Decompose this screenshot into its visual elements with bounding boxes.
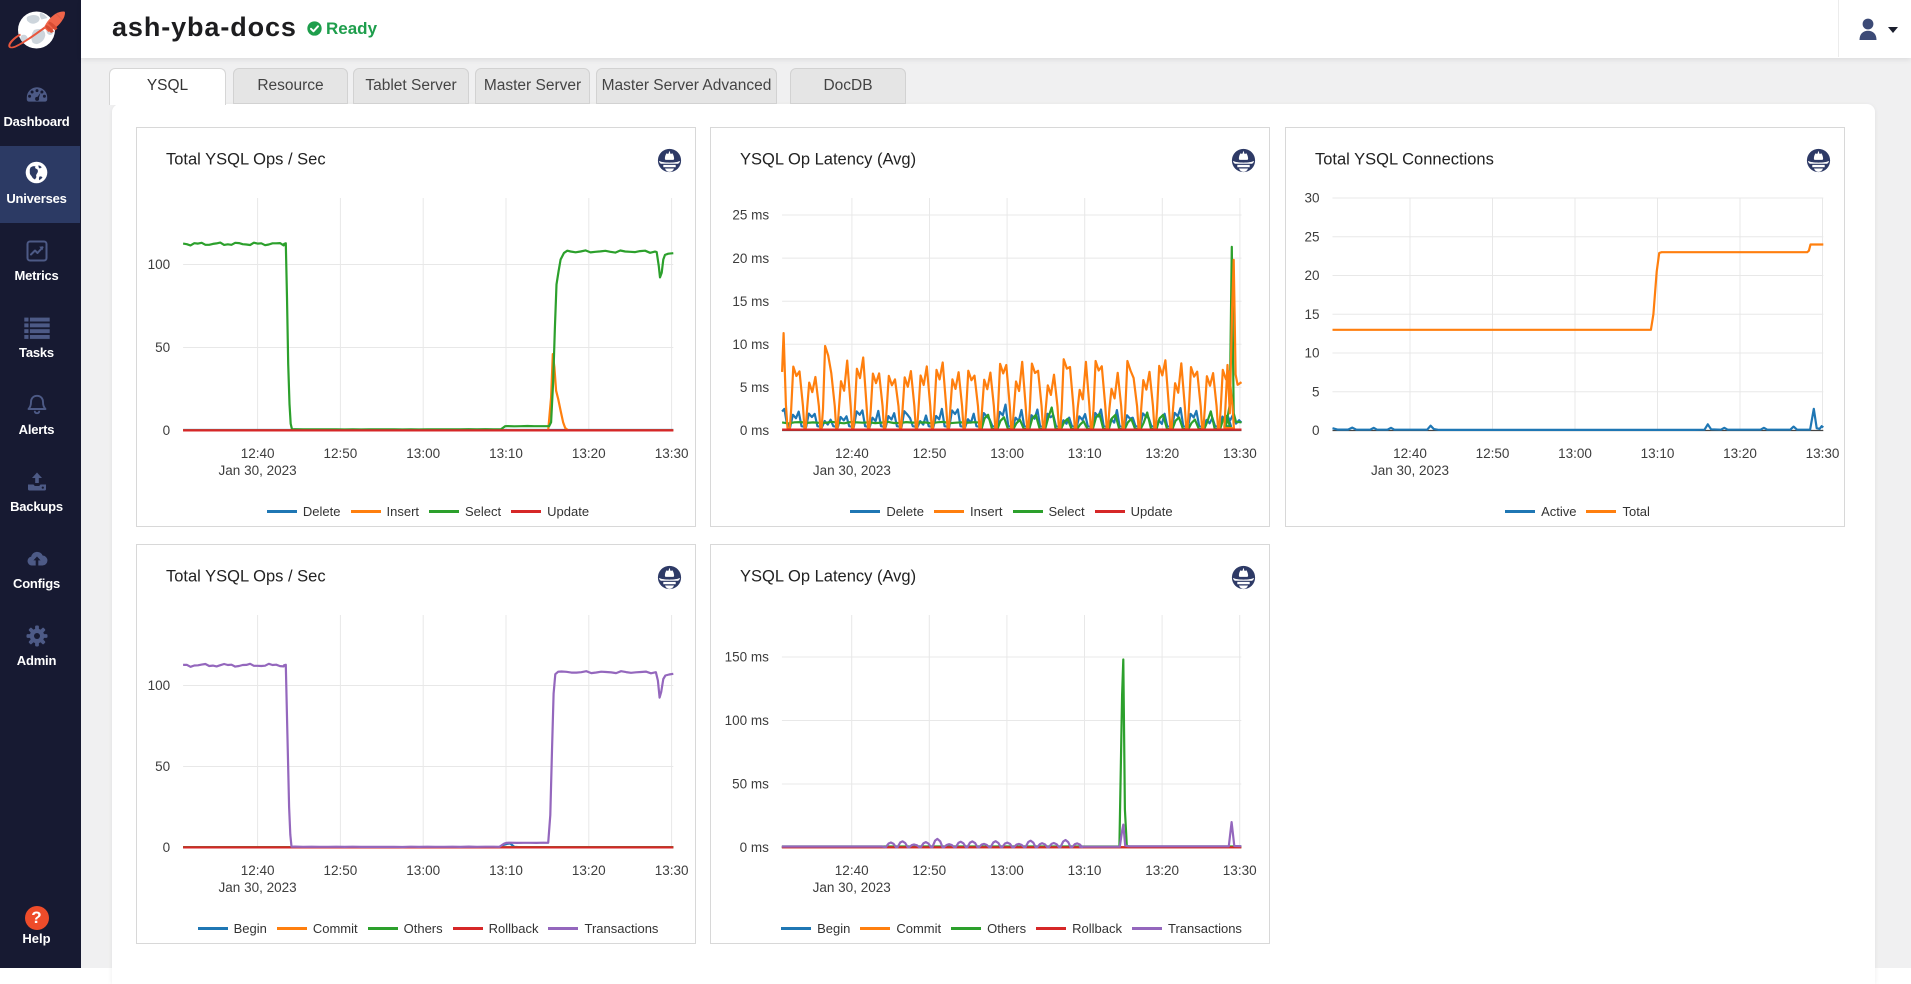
svg-text:13:30: 13:30 [655,446,689,461]
svg-text:Jan 30, 2023: Jan 30, 2023 [1371,463,1449,478]
svg-text:15: 15 [1304,307,1319,322]
svg-text:Total YSQL Ops / Sec: Total YSQL Ops / Sec [166,568,326,586]
svg-text:30: 30 [1304,191,1319,206]
svg-text:Jan 30, 2023: Jan 30, 2023 [813,880,891,895]
svg-text:50 ms: 50 ms [732,777,769,792]
svg-text:13:20: 13:20 [1145,863,1179,878]
svg-text:20 ms: 20 ms [732,251,769,266]
svg-text:13:20: 13:20 [1723,446,1757,461]
svg-text:50: 50 [155,340,170,355]
svg-text:13:30: 13:30 [655,863,689,878]
svg-text:10 ms: 10 ms [732,337,769,352]
svg-text:13:10: 13:10 [489,863,523,878]
svg-text:12:50: 12:50 [324,446,358,461]
svg-text:13:10: 13:10 [489,446,523,461]
svg-text:13:30: 13:30 [1806,446,1840,461]
svg-text:12:40: 12:40 [241,863,275,878]
svg-text:13:20: 13:20 [572,446,606,461]
svg-text:25 ms: 25 ms [732,208,769,223]
svg-text:10: 10 [1304,346,1319,361]
svg-text:Jan 30, 2023: Jan 30, 2023 [813,463,891,478]
svg-text:0: 0 [163,423,171,438]
svg-text:YSQL Op Latency (Avg): YSQL Op Latency (Avg) [740,568,916,586]
svg-text:13:00: 13:00 [990,863,1024,878]
svg-text:Jan 30, 2023: Jan 30, 2023 [219,880,297,895]
svg-text:150 ms: 150 ms [725,650,770,665]
svg-text:0: 0 [1312,423,1320,438]
svg-text:13:30: 13:30 [1223,446,1257,461]
svg-text:0 ms: 0 ms [740,840,770,855]
svg-text:100: 100 [148,257,171,272]
svg-text:13:10: 13:10 [1068,863,1102,878]
svg-text:YSQL Op Latency (Avg): YSQL Op Latency (Avg) [740,151,916,169]
svg-text:13:20: 13:20 [572,863,606,878]
svg-text:13:10: 13:10 [1641,446,1675,461]
svg-text:5 ms: 5 ms [740,380,770,395]
svg-text:13:00: 13:00 [406,446,440,461]
svg-text:13:00: 13:00 [990,446,1024,461]
svg-text:13:00: 13:00 [1558,446,1592,461]
svg-text:12:40: 12:40 [1393,446,1427,461]
svg-text:20: 20 [1304,268,1319,283]
svg-text:12:50: 12:50 [913,446,947,461]
svg-text:12:50: 12:50 [1476,446,1510,461]
svg-text:0 ms: 0 ms [740,423,770,438]
svg-text:12:50: 12:50 [324,863,358,878]
svg-text:100 ms: 100 ms [725,713,770,728]
svg-text:12:50: 12:50 [912,863,946,878]
svg-text:13:20: 13:20 [1145,446,1179,461]
svg-text:5: 5 [1312,384,1320,399]
svg-text:13:00: 13:00 [406,863,440,878]
svg-text:100: 100 [148,678,171,693]
svg-text:12:40: 12:40 [241,446,275,461]
svg-text:12:40: 12:40 [835,446,869,461]
svg-text:50: 50 [155,759,170,774]
svg-text:15 ms: 15 ms [732,294,769,309]
svg-text:25: 25 [1304,230,1319,245]
svg-text:13:10: 13:10 [1068,446,1102,461]
svg-text:Jan 30, 2023: Jan 30, 2023 [219,463,297,478]
svg-text:0: 0 [163,840,171,855]
svg-text:Total YSQL Ops / Sec: Total YSQL Ops / Sec [166,151,326,169]
svg-text:13:30: 13:30 [1223,863,1257,878]
svg-text:Total YSQL Connections: Total YSQL Connections [1315,151,1494,169]
svg-text:12:40: 12:40 [835,863,869,878]
